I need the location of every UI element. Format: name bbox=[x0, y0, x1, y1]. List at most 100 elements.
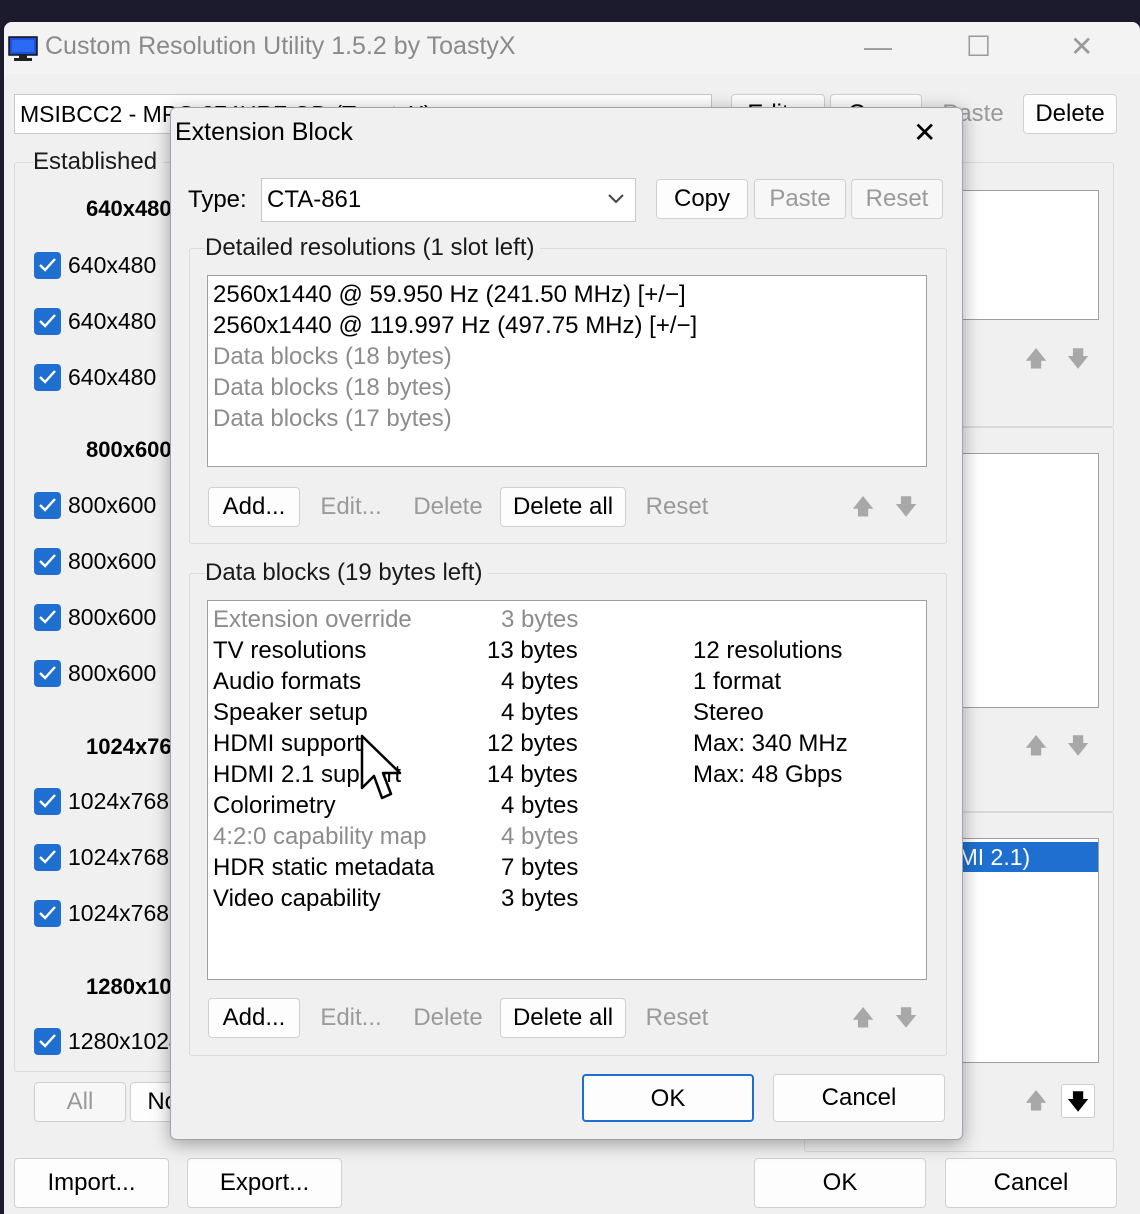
checkbox[interactable] bbox=[34, 660, 61, 687]
move-up-icon[interactable]: 🡅 bbox=[1019, 729, 1053, 763]
list-item[interactable]: Data blocks (18 bytes) bbox=[213, 374, 452, 402]
data-block-size: 3 bytes bbox=[501, 606, 579, 633]
data-blocks-list[interactable]: Extension override 3 bytes TV resolution… bbox=[207, 600, 927, 980]
resolution-label: 640x480 bbox=[68, 252, 157, 278]
list-item[interactable]: Data blocks (17 bytes) bbox=[213, 405, 452, 433]
move-down-icon[interactable]: 🡇 bbox=[1061, 342, 1095, 376]
checkbox[interactable] bbox=[34, 1028, 61, 1055]
checkbox[interactable] bbox=[34, 788, 61, 815]
checkbox[interactable] bbox=[34, 548, 61, 575]
data-block-size: 4 bytes bbox=[501, 792, 579, 819]
type-select[interactable]: CTA-861 bbox=[261, 178, 636, 222]
type-label: Type: bbox=[188, 186, 247, 213]
window-title: Custom Resolution Utility 1.5.2 by Toast… bbox=[45, 32, 516, 60]
data-block-info: Max: 340 MHz bbox=[693, 730, 848, 757]
checkbox[interactable] bbox=[34, 844, 61, 871]
delete-all-detailed-button[interactable]: Delete all bbox=[500, 487, 626, 527]
data-block-name[interactable]: TV resolutions bbox=[213, 637, 366, 665]
ok-button[interactable]: OK bbox=[754, 1158, 926, 1208]
list-item[interactable]: 2560x1440 @ 59.950 Hz (241.50 MHz) [+/−] bbox=[213, 281, 686, 309]
close-button[interactable]: ✕ bbox=[1070, 32, 1093, 62]
checkbox[interactable] bbox=[34, 308, 61, 335]
move-up-icon[interactable]: 🡅 bbox=[1019, 1084, 1053, 1118]
checkbox[interactable] bbox=[34, 364, 61, 391]
data-block-name[interactable]: Video capability bbox=[213, 885, 381, 913]
data-block-info: 1 format bbox=[693, 668, 782, 695]
detailed-resolutions-list[interactable]: 2560x1440 @ 59.950 Hz (241.50 MHz) [+/−]… bbox=[207, 275, 927, 467]
edit-detailed-button[interactable]: Edit... bbox=[305, 487, 397, 527]
add-data-block-button[interactable]: Add... bbox=[208, 998, 300, 1038]
move-up-icon[interactable]: 🡅 bbox=[846, 1001, 880, 1035]
delete-data-block-button[interactable]: Delete bbox=[402, 998, 494, 1038]
resolution-label: 1024x768 bbox=[68, 844, 170, 870]
dialog-cancel-button[interactable]: Cancel bbox=[773, 1074, 945, 1122]
chevron-down-icon bbox=[607, 179, 625, 221]
checkbox[interactable] bbox=[34, 604, 61, 631]
move-up-icon[interactable]: 🡅 bbox=[1019, 342, 1053, 376]
data-block-info: Stereo bbox=[693, 699, 764, 726]
data-block-size: 12 bytes bbox=[487, 730, 578, 757]
checkbox[interactable] bbox=[34, 252, 61, 279]
data-block-size: 14 bytes bbox=[487, 761, 578, 788]
data-block-name[interactable]: Extension override bbox=[213, 606, 412, 634]
resolution-label: 800x600 bbox=[68, 492, 157, 518]
delete-all-data-blocks-button[interactable]: Delete all bbox=[500, 998, 626, 1038]
resolution-label: 1024x768 bbox=[68, 788, 170, 814]
section-640x480: 640x480 bbox=[86, 196, 172, 221]
export-button[interactable]: Export... bbox=[187, 1158, 342, 1208]
data-block-info: Max: 48 Gbps bbox=[693, 761, 843, 788]
resolution-label: 1024x768 bbox=[68, 900, 170, 926]
data-blocks-title: Data blocks (19 bytes left) bbox=[205, 559, 489, 587]
move-down-icon[interactable]: 🡇 bbox=[1061, 729, 1095, 763]
resolution-label: 800x600 bbox=[68, 604, 157, 630]
select-all-button[interactable]: All bbox=[34, 1082, 126, 1122]
import-button[interactable]: Import... bbox=[14, 1158, 169, 1208]
resolution-label: 800x600 bbox=[68, 660, 157, 686]
established-title: Established bbox=[33, 148, 164, 176]
resolution-label: 1280x1024 bbox=[68, 1028, 182, 1054]
move-up-icon[interactable]: 🡅 bbox=[846, 490, 880, 524]
reset-detailed-button[interactable]: Reset bbox=[631, 487, 723, 527]
reset-data-blocks-button[interactable]: Reset bbox=[631, 998, 723, 1038]
resolution-label: 640x480 bbox=[68, 364, 157, 390]
list-item[interactable]: Data blocks (18 bytes) bbox=[213, 343, 452, 371]
type-select-value: CTA-861 bbox=[267, 186, 362, 213]
resolution-label: 640x480 bbox=[68, 308, 157, 334]
delete-monitor-button[interactable]: Delete bbox=[1023, 94, 1117, 134]
minimize-button[interactable]: — bbox=[864, 32, 892, 62]
data-block-name[interactable]: HDMI support bbox=[213, 730, 361, 758]
dialog-title: Extension Block bbox=[175, 118, 353, 146]
copy-button[interactable]: Copy bbox=[656, 179, 748, 219]
data-block-size: 4 bytes bbox=[501, 668, 579, 695]
delete-detailed-button[interactable]: Delete bbox=[402, 487, 494, 527]
move-down-icon[interactable]: 🡇 bbox=[1061, 1084, 1095, 1118]
maximize-button[interactable]: ☐ bbox=[966, 32, 991, 62]
edit-data-block-button[interactable]: Edit... bbox=[305, 998, 397, 1038]
checkbox[interactable] bbox=[34, 900, 61, 927]
reset-button[interactable]: Reset bbox=[851, 179, 943, 219]
data-block-size: 4 bytes bbox=[501, 823, 579, 850]
data-block-size: 3 bytes bbox=[501, 885, 579, 912]
move-down-icon[interactable]: 🡇 bbox=[889, 490, 923, 524]
dialog-close-icon[interactable]: ✕ bbox=[913, 116, 936, 149]
list-item[interactable]: 2560x1440 @ 119.997 Hz (497.75 MHz) [+/−… bbox=[213, 312, 697, 340]
data-block-name[interactable]: Speaker setup bbox=[213, 699, 368, 727]
paste-button[interactable]: Paste bbox=[754, 179, 846, 219]
cancel-button[interactable]: Cancel bbox=[945, 1158, 1117, 1208]
data-block-size: 4 bytes bbox=[501, 699, 579, 726]
dialog-ok-button[interactable]: OK bbox=[582, 1074, 754, 1122]
data-block-info: 12 resolutions bbox=[693, 637, 843, 664]
data-block-name[interactable]: 4:2:0 capability map bbox=[213, 823, 426, 851]
move-down-icon[interactable]: 🡇 bbox=[889, 1001, 923, 1035]
section-800x600: 800x600 bbox=[86, 437, 172, 462]
checkbox[interactable] bbox=[34, 492, 61, 519]
data-block-name[interactable]: HDR static metadata bbox=[213, 854, 434, 882]
data-block-size: 7 bytes bbox=[501, 854, 579, 881]
add-detailed-button[interactable]: Add... bbox=[208, 487, 300, 527]
app-monitor-icon bbox=[8, 36, 38, 61]
detailed-resolutions-title: Detailed resolutions (1 slot left) bbox=[205, 234, 541, 262]
data-block-name[interactable]: Audio formats bbox=[213, 668, 361, 696]
mouse-cursor-icon bbox=[360, 734, 402, 809]
extension-block-dialog: Extension Block ✕ Type: CTA-861 Copy Pas… bbox=[170, 107, 963, 1140]
data-block-name[interactable]: Colorimetry bbox=[213, 792, 336, 820]
